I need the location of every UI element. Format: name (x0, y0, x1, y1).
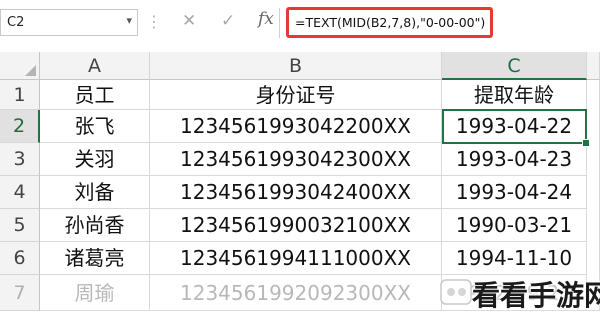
separator-icon: ⋮ (146, 12, 162, 31)
cell-c5[interactable]: 1990-03-21 (442, 209, 587, 242)
insert-function-button[interactable]: fx (258, 9, 274, 29)
cell-b6[interactable]: 1234561994111000XX (150, 242, 442, 275)
cell-b2[interactable]: 1234561993042200XX (150, 110, 442, 143)
cell-a7[interactable]: 周瑜 (40, 275, 150, 311)
cell-a5[interactable]: 孙尚香 (40, 209, 150, 242)
cell-c2[interactable]: 1993-04-22 (442, 110, 587, 143)
row-header-4[interactable]: 4 (0, 176, 40, 209)
fill-handle[interactable] (582, 139, 590, 147)
formula-bar: C2 ▾ ⋮ ✕ ✓ fx =TEXT(MID(B2,7,8),"0-00-00… (0, 0, 600, 46)
column-header-a[interactable]: A (40, 52, 150, 80)
select-all-icon (25, 65, 36, 76)
header-cell-id-number[interactable]: 身份证号 (150, 80, 442, 110)
chevron-down-icon[interactable]: ▾ (126, 14, 132, 27)
row-header-3[interactable]: 3 (0, 143, 40, 176)
cell-b5[interactable]: 1234561990032100XX (150, 209, 442, 242)
row-header-6[interactable]: 6 (0, 242, 40, 275)
cell-b4[interactable]: 1234561993042400XX (150, 176, 442, 209)
cell-a2[interactable]: 张飞 (40, 110, 150, 143)
enter-icon[interactable]: ✓ (221, 11, 235, 31)
cell-a6[interactable]: 诸葛亮 (40, 242, 150, 275)
cancel-icon[interactable]: ✕ (182, 11, 196, 31)
cell-a4[interactable]: 刘备 (40, 176, 150, 209)
watermark-logo-icon (440, 279, 472, 305)
cell-c3[interactable]: 1993-04-23 (442, 143, 587, 176)
formula-input[interactable]: =TEXT(MID(B2,7,8),"0-00-00") (286, 7, 493, 38)
cell-a3[interactable]: 关羽 (40, 143, 150, 176)
formula-text: =TEXT(MID(B2,7,8),"0-00-00") (295, 15, 486, 30)
header-cell-extract-age[interactable]: 提取年龄 (442, 80, 587, 110)
column-header-d[interactable] (587, 52, 600, 80)
row-header-5[interactable]: 5 (0, 209, 40, 242)
row-header-2[interactable]: 2 (0, 110, 40, 143)
name-box-value: C2 (7, 15, 25, 30)
cell-c4[interactable]: 1993-04-24 (442, 176, 587, 209)
column-header-c[interactable]: C (442, 52, 587, 80)
cell-b3[interactable]: 1234561993042300XX (150, 143, 442, 176)
watermark-text: 看看手游网 (472, 279, 600, 312)
row-header-7[interactable]: 7 (0, 275, 40, 311)
name-box[interactable]: C2 ▾ (0, 9, 138, 36)
cell-b7[interactable]: 1234561992092300XX (150, 275, 442, 311)
row-header-1[interactable]: 1 (0, 80, 40, 110)
select-all-button[interactable] (0, 52, 40, 80)
watermark: 看看手游网 (438, 270, 600, 312)
column-header-b[interactable]: B (150, 52, 442, 80)
header-cell-employee[interactable]: 员工 (40, 80, 150, 110)
